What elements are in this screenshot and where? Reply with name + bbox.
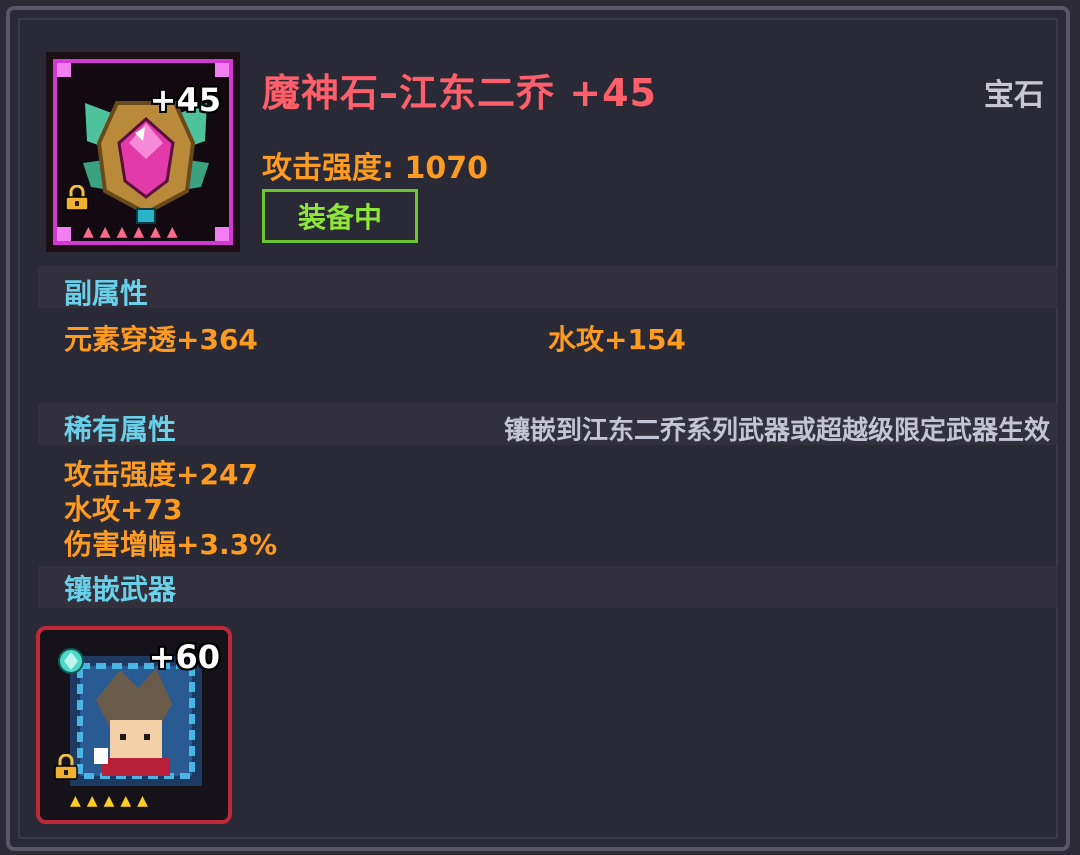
star-icon: ▲	[137, 793, 148, 809]
inlaid-weapon-header-bar	[38, 566, 1058, 608]
inlaid-weapon-slot[interactable]: +60 ▲ ▲ ▲ ▲ ▲	[36, 626, 232, 824]
star-icon: ▲	[133, 224, 145, 240]
gem-level-label: +45	[149, 81, 221, 119]
attack-power: 攻击强度: 1070	[262, 151, 488, 186]
star-icon: ▲	[70, 793, 81, 809]
weapon-level-label: +60	[148, 638, 220, 676]
sub-attributes-title: 副属性	[64, 277, 149, 310]
lock-icon	[65, 185, 89, 211]
weapon-star-row: ▲ ▲ ▲ ▲ ▲	[70, 794, 148, 808]
lock-icon	[54, 754, 78, 780]
star-icon: ▲	[103, 793, 115, 809]
item-title: 魔神石–江东二乔 +45	[262, 71, 657, 115]
star-icon: ▲	[116, 224, 128, 240]
inlaid-weapon-title: 镶嵌武器	[64, 573, 177, 606]
sub-attributes-header-bar	[38, 266, 1058, 308]
diamond-icon	[58, 648, 84, 674]
sub-stat-elemental-penetration: 元素穿透+364	[64, 323, 258, 356]
star-icon: ▲	[83, 224, 94, 240]
gem-item-slot[interactable]: +45 ▲ ▲ ▲ ▲ ▲ ▲	[46, 52, 240, 252]
equipped-badge: 装备中	[262, 189, 418, 243]
item-category: 宝石	[984, 78, 1044, 113]
star-icon: ▲	[86, 793, 98, 809]
star-icon: ▲	[120, 793, 132, 809]
sub-stat-water-attack: 水攻+154	[548, 323, 686, 356]
rare-attributes-note: 镶嵌到江东二乔系列武器或超越级限定武器生效	[503, 416, 1050, 446]
star-icon: ▲	[150, 224, 161, 240]
star-icon: ▲	[99, 224, 111, 240]
rare-stat-attack: 攻击强度+247	[64, 458, 258, 491]
rare-attributes-title: 稀有属性	[64, 413, 177, 446]
rare-stat-water-attack: 水攻+73	[64, 493, 183, 526]
gem-star-row: ▲ ▲ ▲ ▲ ▲ ▲	[83, 225, 178, 239]
star-icon: ▲	[166, 224, 178, 240]
rare-stat-damage-boost: 伤害增幅+3.3%	[64, 528, 278, 561]
gem-frame: +45 ▲ ▲ ▲ ▲ ▲ ▲	[53, 59, 233, 245]
